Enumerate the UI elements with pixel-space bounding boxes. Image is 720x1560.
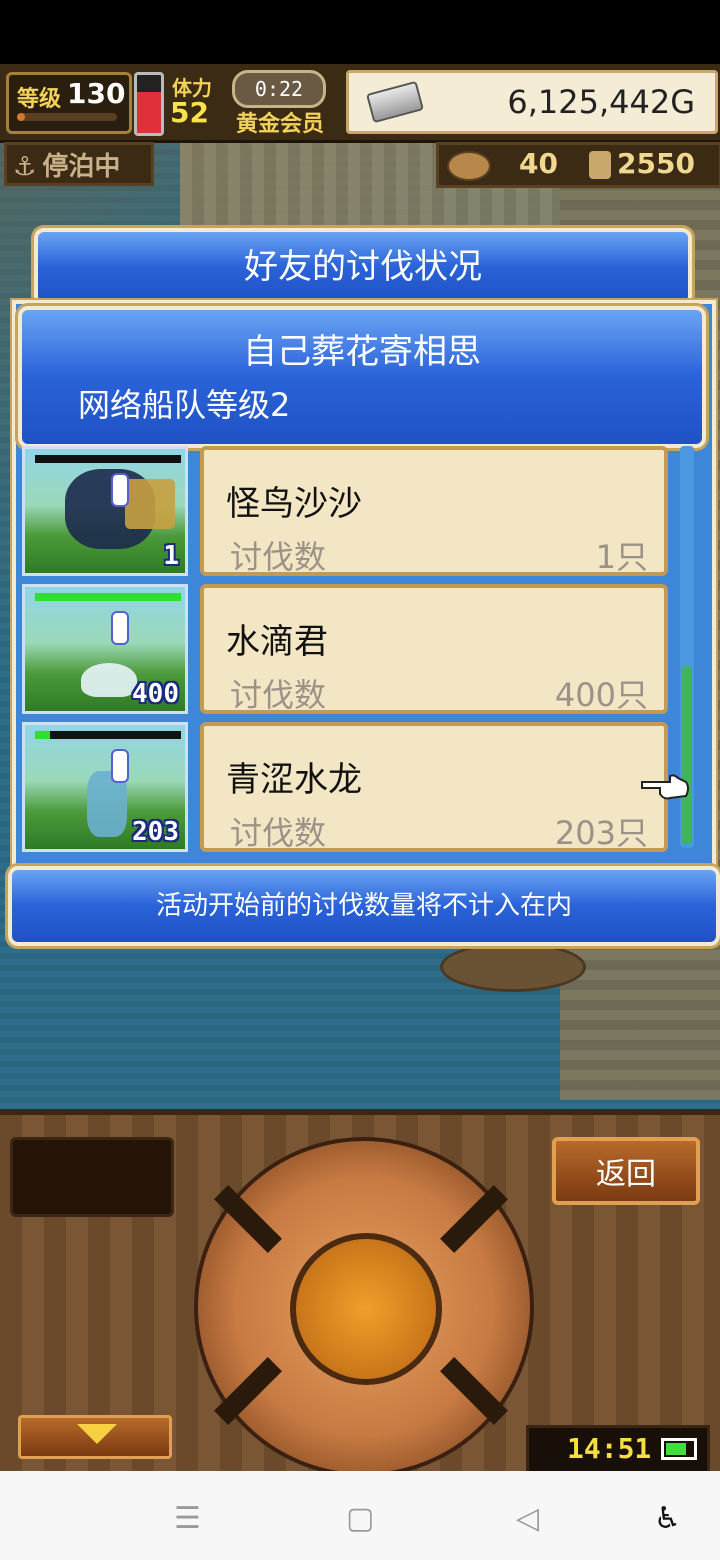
entry-card[interactable]: 怪鸟沙沙 讨伐数 1只 (200, 446, 668, 576)
monster-thumbnail: 203 (22, 722, 188, 852)
exclamation-icon (111, 749, 129, 783)
notice-bar: 活动开始前的讨伐数量将不计入在内 (8, 866, 720, 946)
money-box[interactable]: 6,125,442G (346, 70, 718, 134)
kill-value: 1只 (595, 538, 648, 576)
back-button[interactable]: 返回 (552, 1137, 700, 1205)
battery-icon (661, 1438, 697, 1460)
kill-value: 203只 (554, 814, 648, 852)
exclamation-icon (111, 473, 129, 507)
scrollbar-thumb[interactable] (682, 666, 692, 844)
dialog-title: 好友的讨伐状况 (244, 247, 482, 287)
level-value: 130 (67, 77, 126, 110)
dialog-title-bar: 好友的讨伐状况 (34, 228, 692, 306)
friend-header: 自己葬花寄相思 网络船队等级2 (18, 306, 706, 448)
hp-bar (35, 593, 181, 601)
hp-fill (35, 731, 50, 739)
down-arrow-icon (77, 1424, 117, 1444)
monster-name: 青涩水龙 (226, 760, 362, 800)
clock-text: 14:51 (567, 1432, 652, 1465)
system-nav-bar: ☰ ▢ ◁ ♿ (0, 1471, 720, 1560)
clock-box: 14:51 (526, 1425, 710, 1475)
back-icon[interactable]: ◁ (516, 1501, 539, 1536)
hp-fill (35, 593, 181, 601)
notice-text: 活动开始前的讨伐数量将不计入在内 (155, 891, 572, 921)
member-label: 黄金会员 (236, 112, 325, 137)
money-value: 6,125,442G (507, 83, 695, 121)
monster-sprite (81, 663, 137, 697)
docked-label: 停泊中 (42, 152, 121, 182)
dpad-divider (440, 1357, 508, 1425)
coin-icon (589, 151, 611, 179)
monster-name: 怪鸟沙沙 (226, 484, 362, 524)
monster-thumbnail: 400 (22, 584, 188, 714)
dpad-divider (214, 1357, 282, 1425)
entry-card[interactable]: 青涩水龙 讨伐数 203只 (200, 722, 668, 852)
kill-label: 讨伐数 (230, 538, 327, 576)
hp-bar (35, 455, 181, 463)
resource-a-value: 40 (519, 147, 558, 180)
dpad-center-button[interactable] (290, 1233, 442, 1385)
bolt-icon (447, 151, 491, 181)
battery-fill (666, 1443, 686, 1455)
list-item[interactable]: 1 怪鸟沙沙 讨伐数 1只 (22, 446, 670, 580)
exclamation-icon (111, 611, 129, 645)
timer: 0:22 (232, 70, 326, 108)
level-progress-bar (17, 113, 117, 121)
monster-thumbnail: 1 (22, 446, 188, 576)
anchor-icon: ⚓ (13, 152, 37, 182)
down-button[interactable] (18, 1415, 172, 1459)
stamina-value: 52 (170, 96, 209, 129)
thumb-count: 1 (163, 541, 179, 571)
kill-label: 讨伐数 (230, 676, 327, 714)
kill-label: 讨伐数 (230, 814, 327, 852)
monster-name: 水滴君 (226, 622, 328, 662)
dpad-divider (440, 1185, 508, 1253)
level-box: 等级 130 (6, 72, 132, 134)
resource-b-value: 2550 (617, 147, 695, 180)
hp-bar (35, 731, 181, 739)
resource-panel: 40 2550 (436, 142, 720, 188)
friend-name: 自己葬花寄相思 (243, 332, 481, 372)
accessibility-icon[interactable]: ♿ (654, 1501, 681, 1536)
stamina-fill (137, 92, 161, 133)
top-hud: 等级 130 体力 52 0:22 黄金会员 6,125,442G (0, 64, 720, 143)
boat (440, 942, 586, 992)
level-progress-fill (17, 113, 25, 121)
thumb-count: 203 (132, 817, 179, 847)
monster-beak (125, 479, 175, 529)
list-item[interactable]: 400 水滴君 讨伐数 400只 (22, 584, 670, 718)
fleet-level: 网络船队等级2 (78, 386, 291, 424)
list-item[interactable]: 203 青涩水龙 讨伐数 203只 (22, 722, 670, 856)
empty-slot (10, 1137, 174, 1217)
dpad-divider (214, 1185, 282, 1253)
docked-badge: ⚓ 停泊中 (4, 142, 154, 186)
controller-panel: 返回 14:51 (0, 1109, 720, 1477)
home-icon[interactable]: ▢ (346, 1501, 374, 1536)
stamina-gauge (134, 72, 164, 136)
thumb-count: 400 (132, 679, 179, 709)
menu-icon[interactable]: ☰ (174, 1501, 201, 1536)
kill-value: 400只 (554, 676, 648, 714)
pointer-hand-icon (641, 774, 689, 800)
entry-card[interactable]: 水滴君 讨伐数 400只 (200, 584, 668, 714)
level-label: 等级 (17, 87, 62, 112)
silver-bar-icon (366, 80, 424, 124)
status-bar (0, 0, 720, 64)
